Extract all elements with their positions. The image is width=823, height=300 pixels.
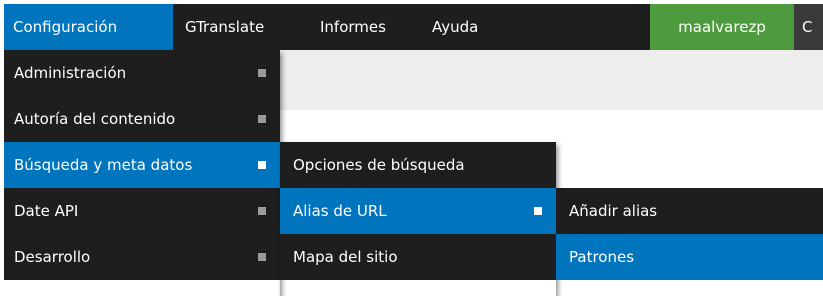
menu-item-opciones-de-busqueda[interactable]: Opciones de búsqueda xyxy=(280,142,556,188)
menu-item-desarrollo[interactable]: Desarrollo xyxy=(4,234,280,280)
menu-item-label: Desarrollo xyxy=(14,248,91,266)
menu-level-3: Añadir alias Patrones xyxy=(556,188,823,296)
submenu-indicator-icon xyxy=(258,69,266,77)
toolbar-item-label: C xyxy=(802,18,813,36)
toolbar-item-gtranslate[interactable]: GTranslate xyxy=(185,4,264,50)
toolbar-item-label: Ayuda xyxy=(432,18,479,36)
page-background xyxy=(280,50,823,110)
menu-item-date-api[interactable]: Date API xyxy=(4,188,280,234)
menu-item-label: Patrones xyxy=(569,248,635,266)
menu-item-autoria-del-contenido[interactable]: Autoría del contenido xyxy=(4,96,280,142)
toolbar-item-ayuda[interactable]: Ayuda xyxy=(432,4,478,50)
menu-item-label: Mapa del sitio xyxy=(293,248,398,266)
menu-item-mapa-del-sitio[interactable]: Mapa del sitio xyxy=(280,234,556,280)
menu-item-patrones[interactable]: Patrones xyxy=(556,234,823,280)
menu-item-anadir-alias[interactable]: Añadir alias xyxy=(556,188,823,234)
menu-item-label: Añadir alias xyxy=(569,202,658,220)
menu-item-label: Autoría del contenido xyxy=(14,110,176,128)
menu-item-label: Administración xyxy=(14,64,127,82)
menu-item-label: Opciones de búsqueda xyxy=(293,156,465,174)
menu-level-2: Opciones de búsqueda Alias de URL Mapa d… xyxy=(280,142,556,296)
submenu-indicator-icon xyxy=(258,207,266,215)
user-account-button[interactable]: maalvarezp xyxy=(650,4,794,50)
submenu-indicator-icon xyxy=(534,207,542,215)
submenu-indicator-icon xyxy=(258,161,266,169)
menu-item-administracion[interactable]: Administración xyxy=(4,50,280,96)
toolbar-item-label: Configuración xyxy=(13,18,118,36)
menu-item-busqueda-y-meta-datos[interactable]: Búsqueda y meta datos xyxy=(4,142,280,188)
toolbar-item-label: Informes xyxy=(320,18,386,36)
toolbar-item-configuracion[interactable]: Configuración xyxy=(4,4,173,50)
screenshot-frame: Configuración GTranslate Informes Ayuda … xyxy=(4,4,823,296)
toolbar-item-more[interactable]: C xyxy=(794,4,823,50)
menu-item-alias-de-url[interactable]: Alias de URL xyxy=(280,188,556,234)
submenu-indicator-icon xyxy=(258,115,266,123)
submenu-indicator-icon xyxy=(258,253,266,261)
menu-level-1: Administración Autoría del contenido Bús… xyxy=(4,50,280,296)
menu-item-label: Date API xyxy=(14,202,79,220)
menu-item-label: Búsqueda y meta datos xyxy=(14,156,193,174)
admin-toolbar: Configuración GTranslate Informes Ayuda … xyxy=(4,4,823,50)
user-name-label: maalvarezp xyxy=(678,18,766,36)
toolbar-item-label: GTranslate xyxy=(185,18,265,36)
toolbar-item-informes[interactable]: Informes xyxy=(320,4,386,50)
menu-item-label: Alias de URL xyxy=(293,202,387,220)
